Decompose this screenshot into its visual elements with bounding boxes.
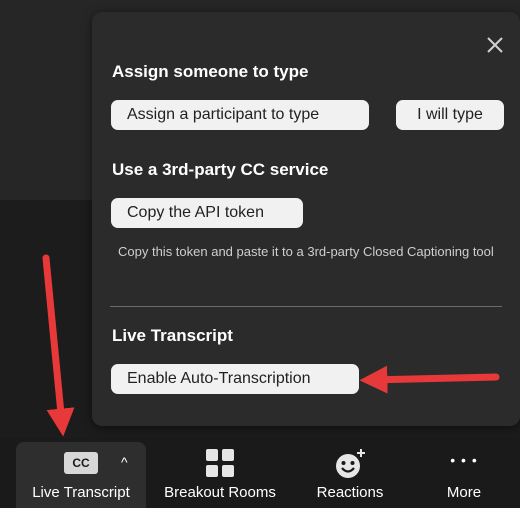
section-divider [110,306,502,307]
breakout-rooms-icon [205,448,235,483]
live-transcript-toolbar-item[interactable]: Live Transcript [16,442,146,508]
close-icon[interactable] [484,34,506,56]
third-party-section-title: Use a 3rd-party CC service [112,160,329,179]
breakout-rooms-button[interactable]: Breakout Rooms [152,442,288,508]
i-will-type-button[interactable]: I will type [396,100,504,130]
assign-participant-button[interactable]: Assign a participant to type [111,100,369,130]
more-button[interactable]: • • • More [414,442,514,508]
more-dots-icon: • • • [450,452,478,468]
reactions-label: Reactions [316,484,384,501]
assign-section-title: Assign someone to type [112,62,309,81]
enable-auto-transcription-button[interactable]: Enable Auto-Transcription [111,364,359,394]
live-transcript-section-title: Live Transcript [112,326,233,345]
copy-api-token-button[interactable]: Copy the API token [111,198,303,228]
closed-caption-panel: Assign someone to type Assign a particip… [92,12,520,426]
emoji-add-icon [333,448,367,485]
more-label: More [446,484,482,501]
api-token-helper-text: Copy this token and paste it to a 3rd-pa… [118,244,494,259]
breakout-rooms-label: Breakout Rooms [164,484,276,501]
reactions-button[interactable]: Reactions [300,442,400,508]
live-transcript-label: Live Transcript [32,484,130,501]
